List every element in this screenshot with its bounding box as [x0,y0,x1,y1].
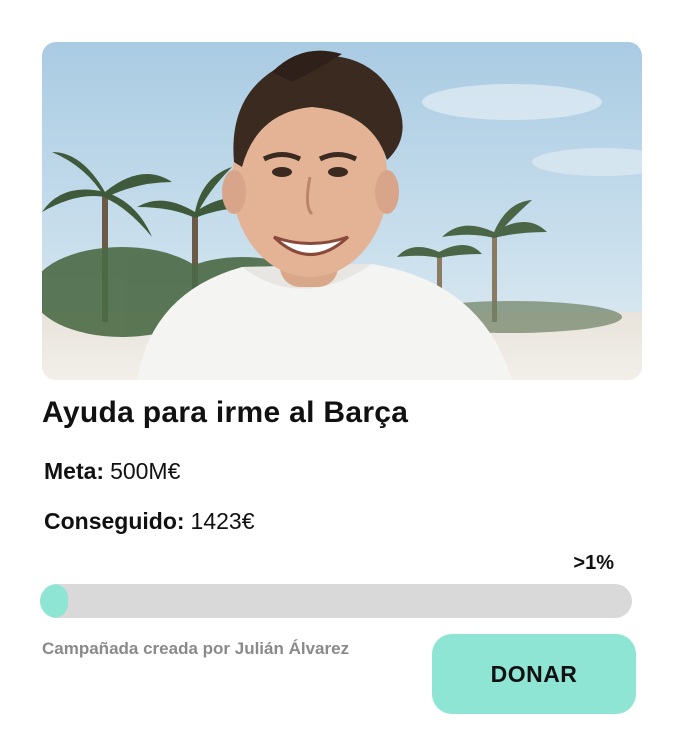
campaign-title: Ayuda para irme al Barça [42,396,409,429]
goal-label: Meta: [44,458,105,484]
donate-button[interactable]: DONAR [432,634,636,714]
progress-percent: >1% [573,552,614,574]
goal-row: Meta: 500M€ [44,458,180,485]
campaign-photo [42,42,642,380]
progress-fill [40,584,68,618]
raised-value: 1423€ [190,508,255,534]
goal-value: 500M€ [110,458,181,484]
raised-row: Conseguido: 1423€ [44,508,255,535]
creator-text: Campañada creada por Julián Álvarez [42,639,350,658]
person-photo-image [42,42,642,380]
raised-label: Conseguido: [44,508,185,534]
progress-bar [40,584,632,618]
